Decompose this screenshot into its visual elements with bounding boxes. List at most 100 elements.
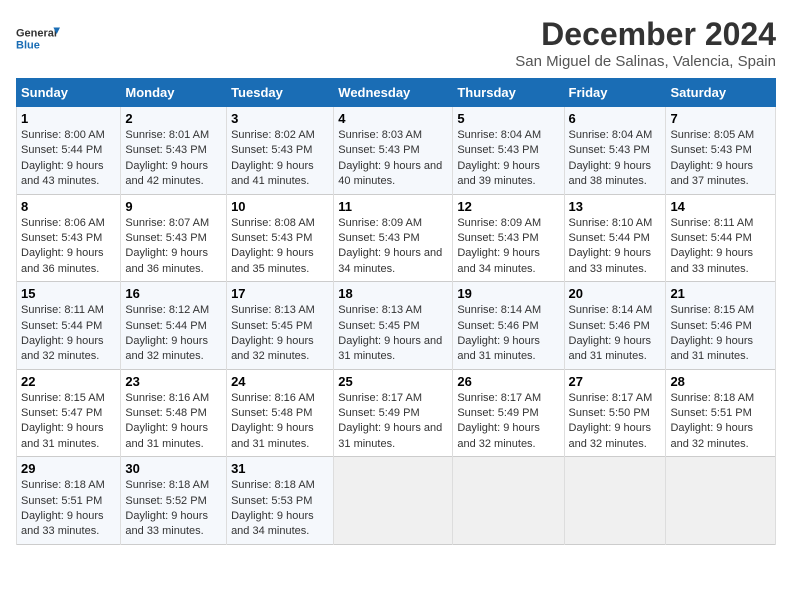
calendar-week-row: 15 Sunrise: 8:11 AM Sunset: 5:44 PM Dayl… (17, 282, 776, 370)
day-sunset: Sunset: 5:50 PM (569, 407, 650, 419)
day-number: 5 (457, 111, 559, 126)
day-daylight: Daylight: 9 hours and 33 minutes. (569, 247, 652, 274)
svg-text:General: General (16, 27, 57, 39)
day-number: 10 (231, 199, 329, 214)
day-number: 22 (21, 374, 116, 389)
weekday-header: Tuesday (227, 79, 334, 107)
day-sunrise: Sunrise: 8:18 AM (125, 479, 209, 491)
day-sunset: Sunset: 5:43 PM (670, 144, 751, 156)
day-number: 21 (670, 286, 771, 301)
day-sunset: Sunset: 5:48 PM (231, 407, 312, 419)
day-number: 24 (231, 374, 329, 389)
day-sunset: Sunset: 5:46 PM (569, 320, 650, 332)
calendar-cell: 3 Sunrise: 8:02 AM Sunset: 5:43 PM Dayli… (227, 107, 334, 195)
day-daylight: Daylight: 9 hours and 31 minutes. (338, 335, 442, 362)
day-sunset: Sunset: 5:46 PM (457, 320, 538, 332)
day-sunrise: Sunrise: 8:10 AM (569, 217, 653, 229)
day-sunrise: Sunrise: 8:13 AM (338, 304, 422, 316)
day-number: 6 (569, 111, 662, 126)
day-sunset: Sunset: 5:44 PM (125, 320, 206, 332)
day-daylight: Daylight: 9 hours and 40 minutes. (338, 160, 442, 187)
day-number: 14 (670, 199, 771, 214)
calendar-cell: 29 Sunrise: 8:18 AM Sunset: 5:51 PM Dayl… (17, 457, 121, 545)
day-number: 30 (125, 461, 222, 476)
day-sunset: Sunset: 5:45 PM (338, 320, 419, 332)
day-sunset: Sunset: 5:43 PM (125, 232, 206, 244)
day-number: 13 (569, 199, 662, 214)
day-sunrise: Sunrise: 8:15 AM (670, 304, 754, 316)
day-sunset: Sunset: 5:43 PM (569, 144, 650, 156)
calendar-cell: 16 Sunrise: 8:12 AM Sunset: 5:44 PM Dayl… (121, 282, 227, 370)
day-number: 9 (125, 199, 222, 214)
day-sunrise: Sunrise: 8:18 AM (231, 479, 315, 491)
day-sunset: Sunset: 5:53 PM (231, 495, 312, 507)
calendar-cell: 24 Sunrise: 8:16 AM Sunset: 5:48 PM Dayl… (227, 369, 334, 457)
day-sunrise: Sunrise: 8:17 AM (569, 392, 653, 404)
calendar-cell: 14 Sunrise: 8:11 AM Sunset: 5:44 PM Dayl… (666, 194, 776, 282)
day-sunrise: Sunrise: 8:18 AM (21, 479, 105, 491)
day-daylight: Daylight: 9 hours and 36 minutes. (125, 247, 208, 274)
day-sunrise: Sunrise: 8:03 AM (338, 129, 422, 141)
day-sunrise: Sunrise: 8:11 AM (670, 217, 753, 229)
day-daylight: Daylight: 9 hours and 31 minutes. (338, 422, 442, 449)
day-sunrise: Sunrise: 8:04 AM (457, 129, 541, 141)
day-daylight: Daylight: 9 hours and 31 minutes. (125, 422, 208, 449)
calendar-week-row: 8 Sunrise: 8:06 AM Sunset: 5:43 PM Dayli… (17, 194, 776, 282)
day-daylight: Daylight: 9 hours and 34 minutes. (457, 247, 540, 274)
calendar-cell: 20 Sunrise: 8:14 AM Sunset: 5:46 PM Dayl… (564, 282, 666, 370)
day-sunset: Sunset: 5:43 PM (338, 232, 419, 244)
day-number: 1 (21, 111, 116, 126)
day-daylight: Daylight: 9 hours and 41 minutes. (231, 160, 314, 187)
day-number: 23 (125, 374, 222, 389)
day-sunrise: Sunrise: 8:18 AM (670, 392, 754, 404)
calendar-cell: 28 Sunrise: 8:18 AM Sunset: 5:51 PM Dayl… (666, 369, 776, 457)
day-daylight: Daylight: 9 hours and 37 minutes. (670, 160, 753, 187)
day-sunset: Sunset: 5:47 PM (21, 407, 102, 419)
day-daylight: Daylight: 9 hours and 32 minutes. (569, 422, 652, 449)
day-sunset: Sunset: 5:52 PM (125, 495, 206, 507)
day-sunrise: Sunrise: 8:14 AM (569, 304, 653, 316)
day-daylight: Daylight: 9 hours and 43 minutes. (21, 160, 104, 187)
day-number: 11 (338, 199, 448, 214)
day-daylight: Daylight: 9 hours and 33 minutes. (21, 510, 104, 537)
calendar-cell: 19 Sunrise: 8:14 AM Sunset: 5:46 PM Dayl… (453, 282, 564, 370)
weekday-header: Wednesday (334, 79, 453, 107)
day-sunrise: Sunrise: 8:13 AM (231, 304, 315, 316)
day-daylight: Daylight: 9 hours and 42 minutes. (125, 160, 208, 187)
day-sunset: Sunset: 5:43 PM (125, 144, 206, 156)
calendar-cell (666, 457, 776, 545)
calendar-cell: 7 Sunrise: 8:05 AM Sunset: 5:43 PM Dayli… (666, 107, 776, 195)
day-number: 3 (231, 111, 329, 126)
day-sunset: Sunset: 5:43 PM (231, 144, 312, 156)
day-sunset: Sunset: 5:44 PM (670, 232, 751, 244)
title-section: December 2024 San Miguel de Salinas, Val… (515, 16, 776, 70)
day-sunrise: Sunrise: 8:06 AM (21, 217, 105, 229)
day-daylight: Daylight: 9 hours and 32 minutes. (231, 335, 314, 362)
calendar-cell (453, 457, 564, 545)
day-number: 8 (21, 199, 116, 214)
calendar-cell: 31 Sunrise: 8:18 AM Sunset: 5:53 PM Dayl… (227, 457, 334, 545)
calendar-table: SundayMondayTuesdayWednesdayThursdayFrid… (16, 78, 776, 545)
day-number: 12 (457, 199, 559, 214)
day-number: 7 (670, 111, 771, 126)
day-sunrise: Sunrise: 8:17 AM (457, 392, 541, 404)
calendar-cell: 21 Sunrise: 8:15 AM Sunset: 5:46 PM Dayl… (666, 282, 776, 370)
svg-text:Blue: Blue (16, 39, 40, 51)
day-sunrise: Sunrise: 8:17 AM (338, 392, 422, 404)
day-sunrise: Sunrise: 8:09 AM (457, 217, 541, 229)
day-number: 25 (338, 374, 448, 389)
calendar-cell: 25 Sunrise: 8:17 AM Sunset: 5:49 PM Dayl… (334, 369, 453, 457)
day-sunrise: Sunrise: 8:07 AM (125, 217, 209, 229)
day-sunrise: Sunrise: 8:02 AM (231, 129, 315, 141)
day-sunset: Sunset: 5:44 PM (21, 320, 102, 332)
day-sunrise: Sunrise: 8:01 AM (125, 129, 209, 141)
calendar-cell: 9 Sunrise: 8:07 AM Sunset: 5:43 PM Dayli… (121, 194, 227, 282)
weekday-header: Monday (121, 79, 227, 107)
day-daylight: Daylight: 9 hours and 32 minutes. (670, 422, 753, 449)
day-daylight: Daylight: 9 hours and 33 minutes. (125, 510, 208, 537)
calendar-cell: 30 Sunrise: 8:18 AM Sunset: 5:52 PM Dayl… (121, 457, 227, 545)
day-sunrise: Sunrise: 8:08 AM (231, 217, 315, 229)
day-sunrise: Sunrise: 8:14 AM (457, 304, 541, 316)
day-sunset: Sunset: 5:49 PM (457, 407, 538, 419)
calendar-cell: 4 Sunrise: 8:03 AM Sunset: 5:43 PM Dayli… (334, 107, 453, 195)
